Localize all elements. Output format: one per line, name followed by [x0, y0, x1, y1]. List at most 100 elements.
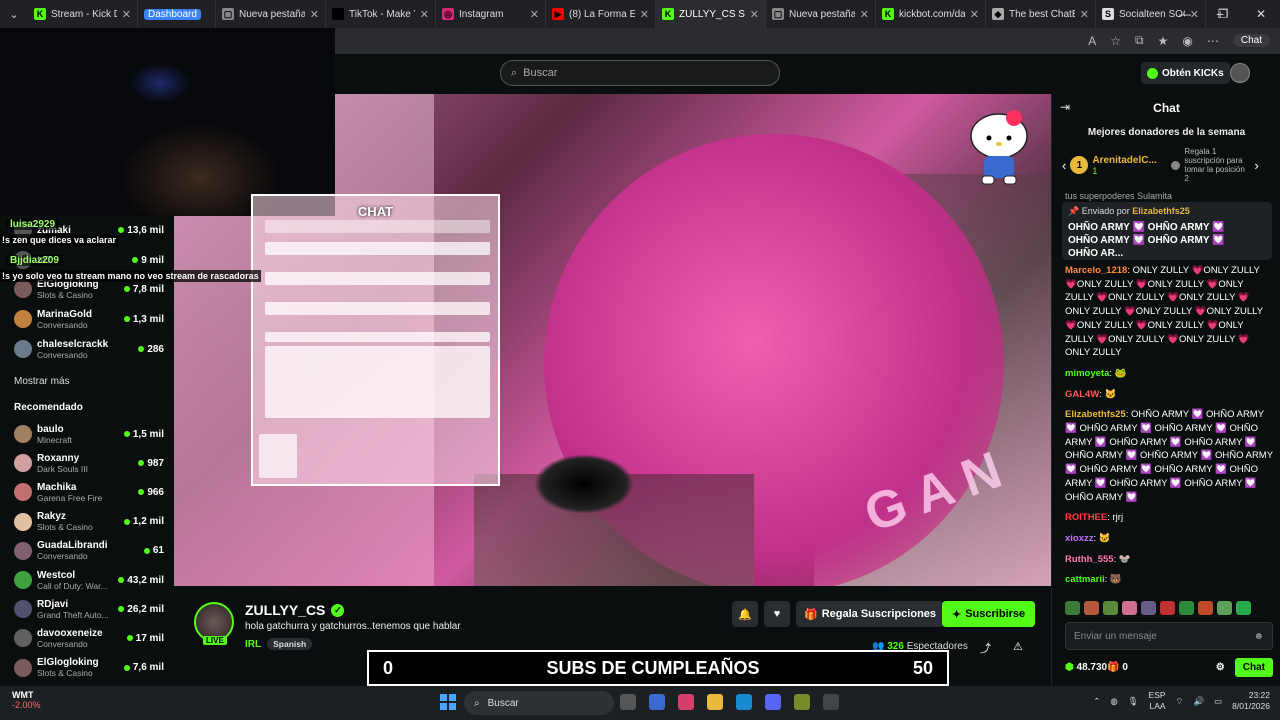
browser-tab[interactable]: ◆ The best ChatBot a ✕: [986, 0, 1096, 28]
minimize-icon[interactable]: —: [1166, 0, 1204, 28]
sidebar-channel[interactable]: baulo Minecraft 1,5 mil: [14, 421, 164, 447]
copilot-chat-button[interactable]: Chat: [1232, 34, 1270, 47]
windows-start-icon[interactable]: [440, 694, 456, 710]
report-icon[interactable]: ⚠: [1013, 640, 1023, 656]
sidebar-channel[interactable]: Westcol Call of Duty: War... 43,2 mil: [14, 567, 164, 593]
browser-tab[interactable]: ▢ Nueva pestaña ✕: [766, 0, 876, 28]
sidebar-channel[interactable]: chaleselcrackk Conversando 286: [14, 336, 164, 362]
get-kicks-button[interactable]: Obtén KICKs: [1141, 62, 1230, 84]
chat-username[interactable]: Ruthh_555: [1065, 554, 1114, 565]
browser-tab[interactable]: ◎ Instagram ✕: [436, 0, 546, 28]
tab-close-icon[interactable]: ✕: [530, 8, 539, 21]
task-view-icon[interactable]: [620, 694, 636, 710]
favorite-star-icon[interactable]: ☆: [1110, 34, 1121, 48]
emote-icon[interactable]: [1065, 601, 1080, 615]
mic-icon[interactable]: 🎙: [1128, 696, 1139, 707]
browser-tab[interactable]: ▶ (8) La Forma En Q ✕: [546, 0, 656, 28]
browser-tab[interactable]: ♪ TikTok - Make Your ✕: [326, 0, 436, 28]
show-more-link[interactable]: Mostrar más: [14, 376, 70, 387]
emote-icon[interactable]: [1084, 601, 1099, 615]
extensions-icon[interactable]: ⧉: [1135, 33, 1144, 48]
browser-tab[interactable]: K ZULLYY_CS Str ✕: [656, 0, 766, 28]
volume-icon[interactable]: 🔊: [1194, 696, 1205, 707]
maximize-icon[interactable]: ❐: [1204, 0, 1242, 28]
store-icon[interactable]: [649, 694, 665, 710]
tab-close-icon[interactable]: ✕: [750, 8, 759, 21]
close-window-icon[interactable]: ✕: [1242, 0, 1280, 28]
tab-close-icon[interactable]: ✕: [640, 8, 649, 21]
discord-icon[interactable]: [765, 694, 781, 710]
network-icon[interactable]: ◍: [1110, 696, 1117, 707]
tab-close-icon[interactable]: ✕: [420, 8, 429, 21]
battery-icon[interactable]: ▭: [1214, 696, 1222, 707]
sidebar-channel[interactable]: Rakyz Slots & Casino 1,2 mil: [14, 509, 164, 535]
wifi-icon[interactable]: ⌔: [1176, 696, 1184, 707]
taskbar-clock[interactable]: 23:22 8/01/2026: [1232, 690, 1270, 712]
streamer-name[interactable]: ZULLYY_CS ✓: [245, 602, 345, 618]
chat-username[interactable]: xioxzz: [1065, 533, 1094, 544]
chat-username[interactable]: ROITHEE: [1065, 512, 1107, 523]
tray-chevron-icon[interactable]: ⌃: [1093, 696, 1100, 707]
chat-message-input[interactable]: Enviar un mensaje ☻: [1065, 622, 1273, 650]
stream-category[interactable]: IRL: [245, 639, 261, 650]
carousel-prev-icon[interactable]: ‹: [1062, 158, 1066, 173]
tab-close-icon[interactable]: ✕: [1080, 8, 1089, 21]
sidebar-channel[interactable]: RDjavi Grand Theft Auto... 26,2 mil: [14, 596, 164, 622]
copilot-icon[interactable]: [678, 694, 694, 710]
emote-icon[interactable]: [1122, 601, 1137, 615]
sidebar-channel[interactable]: ElGlogloking Slots & Casino 7,6 mil: [14, 655, 164, 681]
emote-icon[interactable]: [1179, 601, 1194, 615]
language-tag[interactable]: Spanish: [267, 638, 313, 650]
tab-list-chevron-icon[interactable]: ⌄: [0, 8, 28, 21]
send-chat-button[interactable]: Chat: [1234, 657, 1273, 677]
sidebar-channel[interactable]: Machika Garena Free Fire 966: [14, 479, 164, 505]
tab-close-icon[interactable]: ✕: [122, 8, 131, 21]
chat-username[interactable]: mimoyeta: [1065, 368, 1109, 379]
more-menu-icon[interactable]: ⋯: [1207, 34, 1219, 48]
emote-icon[interactable]: [1160, 601, 1175, 615]
gift-subs-button[interactable]: 🎁 Regala Suscripciones: [796, 601, 945, 627]
app-icon[interactable]: [794, 694, 810, 710]
profile-icon[interactable]: ◉: [1182, 34, 1192, 48]
tab-close-icon[interactable]: ✕: [970, 8, 979, 21]
sidebar-channel[interactable]: davooxeneize Conversando 17 mil: [14, 625, 164, 651]
taskbar-search[interactable]: ⌕ Buscar: [464, 691, 614, 715]
chat-username[interactable]: Elizabethfs25: [1065, 409, 1126, 420]
sidebar-channel[interactable]: MarinaGold Conversando 1,3 mil: [14, 306, 164, 332]
edge-icon[interactable]: [736, 694, 752, 710]
emote-icon[interactable]: [1236, 601, 1251, 615]
chat-username[interactable]: Marcelo_1218: [1065, 265, 1127, 276]
notification-bell-button[interactable]: 🔔: [732, 601, 758, 627]
tab-close-icon[interactable]: ✕: [860, 8, 869, 21]
taskbar-stock-widget[interactable]: WMT -2.00%: [12, 690, 41, 710]
tab-group-label[interactable]: Dashboard: [144, 8, 201, 20]
share-icon[interactable]: ⤴: [980, 640, 991, 656]
emote-icon[interactable]: [1141, 601, 1156, 615]
sidebar-channel[interactable]: GuadaLibrandi Conversando 61: [14, 538, 164, 564]
browser-tab[interactable]: K Stream - Kick Dash ✕: [28, 0, 138, 28]
browser-tab[interactable]: ▢ Nueva pestaña ✕: [216, 0, 326, 28]
emote-icon[interactable]: [1103, 601, 1118, 615]
obs-icon[interactable]: [823, 694, 839, 710]
chat-username[interactable]: cattmarii: [1065, 574, 1105, 585]
browser-tab[interactable]: Kkickbot.com/dashb ✕: [876, 0, 986, 28]
chat-settings-icon[interactable]: ⚙: [1216, 662, 1225, 673]
subscribe-button[interactable]: ✦ Suscribirse: [942, 601, 1036, 627]
search-input[interactable]: ⌕ Buscar: [500, 60, 780, 86]
user-avatar[interactable]: [1230, 63, 1250, 83]
emoji-picker-icon[interactable]: ☻: [1253, 631, 1264, 642]
input-language[interactable]: ESP LAA: [1149, 690, 1166, 712]
favorites-icon[interactable]: ★: [1158, 34, 1169, 48]
tab-close-icon[interactable]: ✕: [310, 8, 319, 21]
follow-heart-button[interactable]: ♥: [764, 601, 790, 627]
emote-icon[interactable]: [1198, 601, 1213, 615]
read-aloud-icon[interactable]: A: [1088, 34, 1096, 48]
chat-username[interactable]: GAL4W: [1065, 389, 1099, 400]
carousel-next-icon[interactable]: ›: [1254, 158, 1258, 173]
emote-icon[interactable]: [1217, 601, 1232, 615]
file-explorer-icon[interactable]: [707, 694, 723, 710]
channel-points[interactable]: ⬢ 48.730: [1065, 662, 1107, 673]
sidebar-channel[interactable]: Roxanny Dark Souls III 987: [14, 450, 164, 476]
browser-tab[interactable]: Dashboard: [138, 0, 216, 28]
gifts-counter[interactable]: 🎁 0: [1107, 662, 1128, 673]
